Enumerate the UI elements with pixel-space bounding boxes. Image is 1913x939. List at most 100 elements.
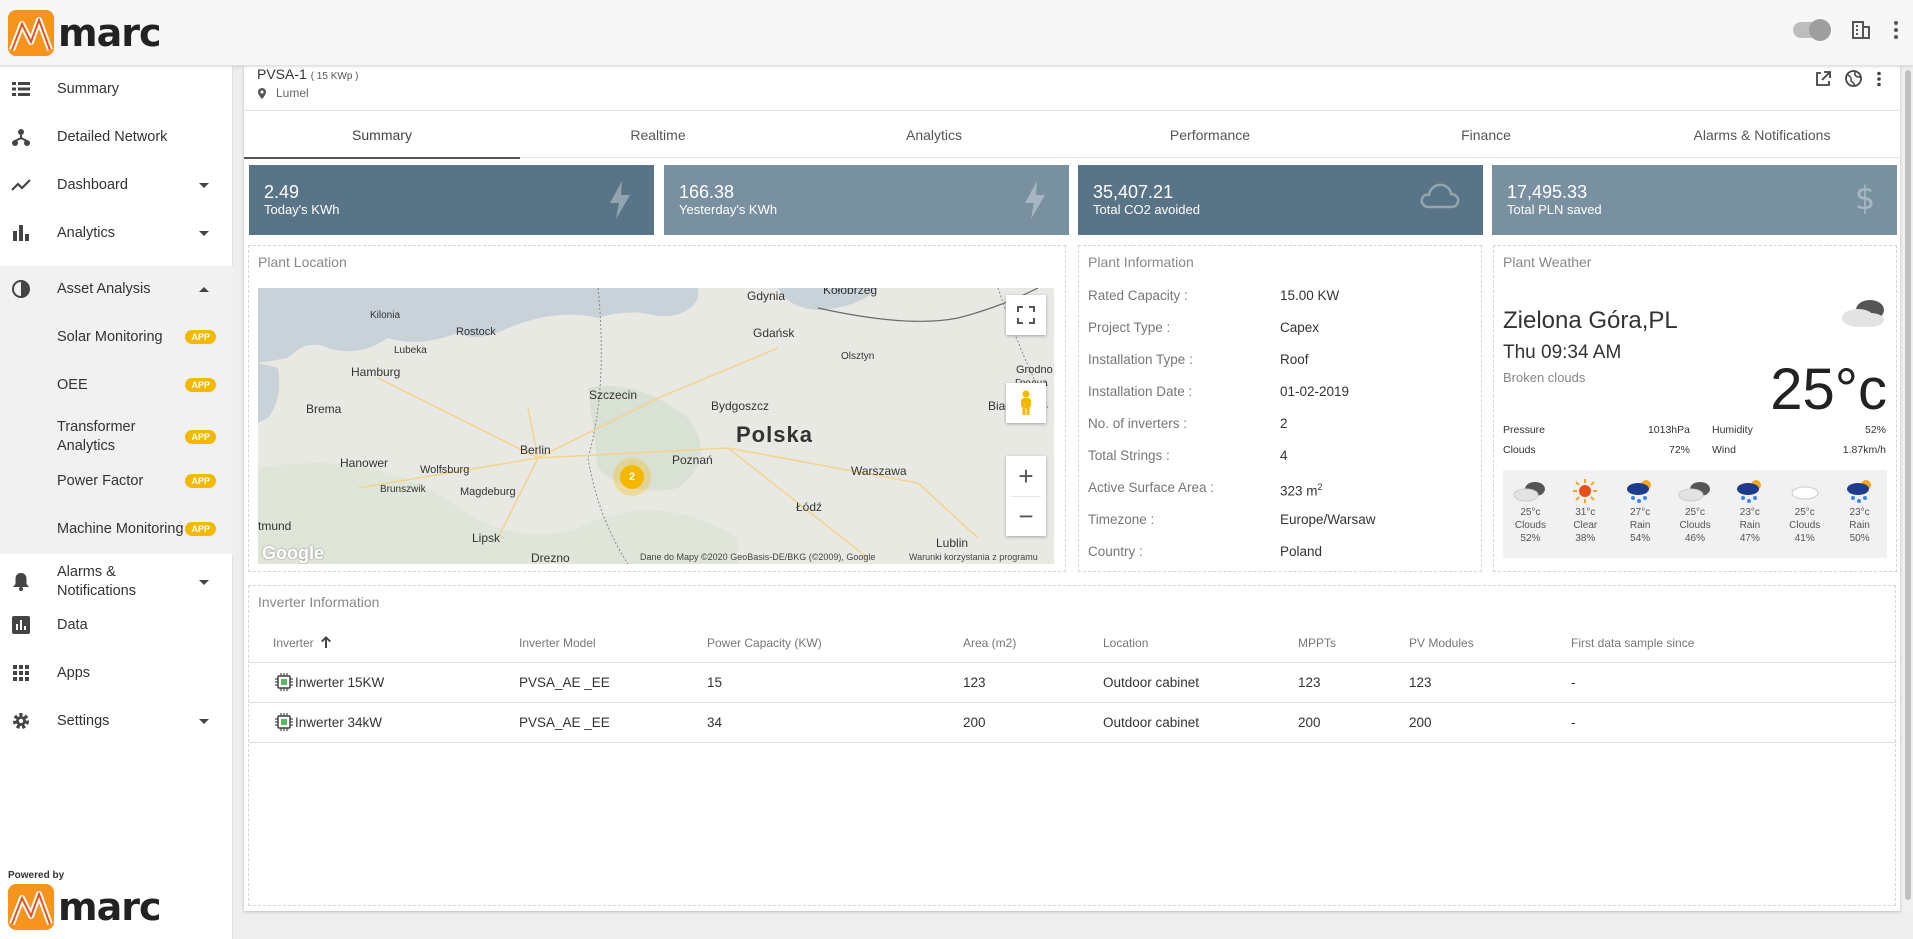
- weather-temperature: 25°c: [1770, 357, 1887, 422]
- tab-summary[interactable]: Summary: [244, 111, 520, 159]
- table-row[interactable]: Inwerter 15KW PVSA_AE _EE 15 123 Outdoor…: [249, 662, 1897, 703]
- forecast-temp: 25°c: [1520, 507, 1541, 518]
- table-row[interactable]: Inwerter 34kW PVSA_AE _EE 34 200 Outdoor…: [249, 702, 1897, 743]
- list-icon: [11, 79, 31, 99]
- table-cell: 34: [707, 702, 963, 743]
- info-key: No. of inverters :: [1088, 416, 1188, 431]
- weather-description: Broken clouds: [1503, 370, 1586, 385]
- map-terms-link[interactable]: Warunki korzystania z programu: [909, 552, 1038, 562]
- sidebar-item-settings[interactable]: Settings: [0, 701, 233, 741]
- map-attribution: Dane do Mapy ©2020 GeoBasis-DE/BKG (©200…: [640, 552, 876, 562]
- more-vert-icon[interactable]: [1893, 20, 1899, 40]
- lightning-icon: [610, 181, 630, 219]
- sidebar-subitem-oee[interactable]: OEE APP: [0, 365, 233, 405]
- stat-card-co2-avoided: 35,407.21 Total CO2 avoided: [1078, 165, 1483, 235]
- sidebar-item-detailed-network[interactable]: Detailed Network: [0, 117, 233, 157]
- building-icon[interactable]: [1851, 20, 1871, 40]
- sidebar-item-asset-analysis[interactable]: Asset Analysis: [0, 269, 233, 309]
- info-value-text: 323 m: [1280, 483, 1318, 499]
- sort-arrow-up-icon: [321, 635, 332, 648]
- forecast-percent: 46%: [1685, 533, 1706, 544]
- info-value-sup: 2: [1317, 482, 1323, 492]
- sidebar-item-data[interactable]: Data: [0, 605, 233, 645]
- rain-icon: [1627, 480, 1652, 503]
- sidebar-subitem-power-factor[interactable]: Power Factor APP: [0, 461, 233, 501]
- theme-toggle[interactable]: [1793, 19, 1831, 41]
- map-view[interactable]: Gdynia Gdańsk Kołobrzeg Kilonia Rostock …: [258, 288, 1054, 564]
- google-logo: Google: [262, 543, 324, 563]
- tab-alarms-notifications[interactable]: Alarms & Notifications: [1624, 111, 1900, 158]
- forecast-temp: 23°c: [1739, 507, 1760, 518]
- forecast-condition: Clouds: [1679, 520, 1711, 531]
- more-vert-icon[interactable]: [1876, 71, 1882, 87]
- tab-finance[interactable]: Finance: [1348, 111, 1624, 158]
- marc-logo[interactable]: marc: [8, 10, 162, 56]
- scrollbar-thumb[interactable]: [1905, 70, 1911, 900]
- table-cell: PVSA_AE _EE: [519, 662, 707, 703]
- sidebar-item-label: Settings: [57, 712, 110, 729]
- brand-name: marc: [58, 885, 162, 929]
- bell-icon: [11, 572, 31, 592]
- app-badge: APP: [185, 522, 216, 536]
- sidebar-subitem-transformer-analytics[interactable]: Transformer Analytics APP: [0, 413, 233, 461]
- cloud-icon: [1420, 183, 1460, 209]
- zoom-in-button[interactable]: +: [1018, 456, 1033, 496]
- map-label: Olsztyn: [841, 351, 875, 362]
- info-value: 2: [1280, 416, 1288, 431]
- fullscreen-button[interactable]: [1006, 295, 1046, 335]
- column-header-first-sample[interactable]: First data sample since: [1571, 624, 1897, 663]
- cloud-icon: [1791, 486, 1819, 500]
- forecast-condition: Clouds: [1514, 520, 1546, 531]
- map-label: Warszawa: [851, 464, 907, 478]
- gear-icon: [11, 711, 31, 731]
- sidebar-item-label: Asset Analysis: [57, 280, 151, 297]
- tab-performance[interactable]: Performance: [1072, 111, 1348, 158]
- chevron-down-icon: [199, 182, 209, 188]
- sidebar-item-analytics[interactable]: Analytics: [0, 213, 233, 253]
- stat-caption: Today's KWh: [264, 202, 340, 217]
- column-header-mppts[interactable]: MPPTs: [1298, 624, 1409, 663]
- sidebar-item-label: Data: [57, 616, 88, 633]
- card-title: Plant Weather: [1503, 254, 1592, 270]
- map-label: Grodno: [1016, 364, 1053, 376]
- inverter-name: Inwerter 34kW: [295, 715, 383, 730]
- sidebar-item-apps[interactable]: Apps: [0, 653, 233, 693]
- zoom-out-button[interactable]: −: [1011, 496, 1041, 536]
- column-header-pv-modules[interactable]: PV Modules: [1409, 624, 1571, 663]
- forecast-condition: Clouds: [1789, 520, 1821, 531]
- plant-capacity: ( 15 KWp ): [310, 71, 359, 82]
- sidebar: Summary Detailed Network Dashboard Analy…: [0, 66, 233, 939]
- forecast-temp: 23°c: [1849, 507, 1870, 518]
- tab-analytics[interactable]: Analytics: [796, 111, 1072, 158]
- map-cluster-marker[interactable]: 2: [613, 458, 651, 496]
- sidebar-item-alarms-notifications[interactable]: Alarms & Notifications: [0, 558, 233, 606]
- column-header-label: Inverter: [273, 635, 314, 650]
- column-header-area[interactable]: Area (m2): [963, 624, 1103, 663]
- map-label: Bydgoszcz: [711, 399, 770, 413]
- plant-location-card: Plant Location Gdynia Gdańsk Kołobrzeg K…: [248, 245, 1066, 572]
- info-key: Country :: [1088, 544, 1143, 559]
- column-header-power-capacity[interactable]: Power Capacity (KW): [707, 624, 963, 663]
- sidebar-subitem-machine-monitoring[interactable]: Machine Monitoring APP: [0, 509, 233, 549]
- inverter-name: Inwerter 15KW: [295, 675, 385, 690]
- tab-realtime[interactable]: Realtime: [520, 111, 796, 158]
- table-cell: -: [1571, 702, 1897, 743]
- column-header-location[interactable]: Location: [1103, 624, 1298, 663]
- map-label: tmund: [258, 519, 292, 533]
- map-label: Magdeburg: [460, 486, 516, 498]
- sidebar-item-summary[interactable]: Summary: [0, 69, 233, 109]
- open-external-icon[interactable]: [1815, 70, 1831, 87]
- plant-information-card: Plant Information Rated Capacity : 15.00 …: [1078, 245, 1482, 572]
- forecast-day: 25°c Clouds 52%: [1503, 470, 1558, 558]
- table-cell: Outdoor cabinet: [1103, 702, 1298, 743]
- forecast-temp: 27°c: [1630, 507, 1651, 518]
- column-header-inverter[interactable]: Inverter: [249, 624, 519, 663]
- column-header-inverter-model[interactable]: Inverter Model: [519, 624, 707, 663]
- globe-icon[interactable]: [1845, 70, 1862, 87]
- street-view-pegman[interactable]: [1006, 383, 1046, 423]
- main-scrollbar[interactable]: [1903, 66, 1913, 911]
- map-label: Wolfsburg: [420, 464, 470, 476]
- sidebar-subitem-solar-monitoring[interactable]: Solar Monitoring APP: [0, 317, 233, 357]
- svg-text:$: $: [1855, 181, 1875, 215]
- sidebar-item-dashboard[interactable]: Dashboard: [0, 165, 233, 205]
